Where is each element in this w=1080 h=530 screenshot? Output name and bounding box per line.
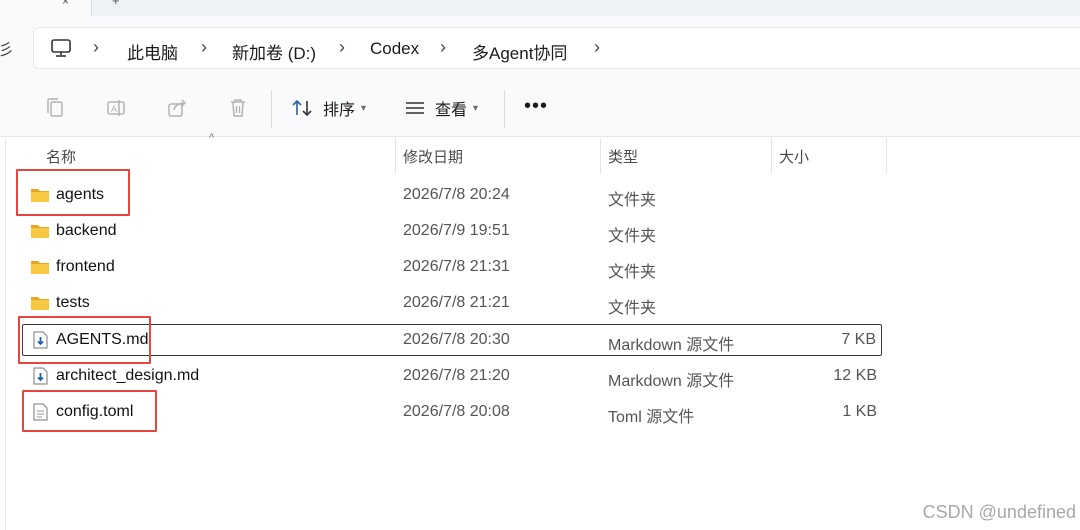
file-date: 2026/7/8 20:24 bbox=[403, 186, 510, 203]
new-tab-icon[interactable]: + bbox=[112, 0, 120, 8]
toolbar-divider bbox=[504, 90, 505, 128]
file-date: 2026/7/8 21:21 bbox=[403, 294, 510, 311]
file-date: 2026/7/8 21:20 bbox=[403, 367, 510, 384]
tab-close-icon[interactable]: × bbox=[62, 0, 69, 8]
column-header-date[interactable]: 修改日期 bbox=[403, 146, 463, 167]
nav-refresh-icon[interactable]: 彡 bbox=[0, 36, 14, 60]
sort-button[interactable]: 排序 ▾ bbox=[291, 96, 366, 120]
file-name: tests bbox=[56, 294, 90, 311]
tab-strip: × + bbox=[0, 0, 1080, 16]
sort-icon bbox=[292, 99, 312, 117]
file-size: 1 KB bbox=[842, 403, 877, 420]
this-pc-icon[interactable] bbox=[50, 38, 72, 58]
highlight-box-agents bbox=[16, 169, 130, 216]
file-type: 文件夹 bbox=[608, 264, 657, 281]
pane-divider bbox=[5, 138, 6, 530]
breadcrumb-separator[interactable]: › bbox=[339, 37, 345, 58]
breadcrumb-drive-d[interactable]: 新加卷 (D:) bbox=[232, 39, 316, 64]
breadcrumb-this-pc[interactable]: 此电脑 bbox=[127, 39, 178, 64]
file-type: 文件夹 bbox=[608, 228, 657, 245]
address-row: 彡 › 此电脑 › 新加卷 (D:) › Codex › 多Agent协同 › bbox=[0, 16, 1080, 80]
file-date: 2026/7/8 20:08 bbox=[403, 403, 510, 420]
column-divider[interactable] bbox=[771, 138, 772, 174]
sort-label: 排序 bbox=[323, 102, 356, 119]
file-type: Markdown 源文件 bbox=[608, 373, 735, 390]
column-header-type[interactable]: 类型 bbox=[608, 146, 638, 167]
folder-icon bbox=[31, 225, 49, 238]
view-icon bbox=[406, 102, 424, 114]
toolbar-divider bbox=[271, 90, 272, 128]
rename-icon[interactable]: A bbox=[105, 97, 127, 119]
address-bar[interactable]: › 此电脑 › 新加卷 (D:) › Codex › 多Agent协同 › bbox=[33, 27, 1080, 69]
file-date: 2026/7/9 19:51 bbox=[403, 222, 510, 239]
file-list: ^ 名称 修改日期 类型 大小 agents 2026/7/8 20:24 文件… bbox=[0, 132, 1080, 530]
breadcrumb-codex[interactable]: Codex bbox=[370, 39, 419, 59]
file-row-agents-md[interactable]: AGENTS.md 2026/7/8 20:30 Markdown 源文件 7 … bbox=[22, 324, 882, 356]
file-name: backend bbox=[56, 222, 117, 239]
file-size: 7 KB bbox=[841, 331, 876, 348]
highlight-box-config-toml bbox=[22, 390, 157, 432]
file-row-tests[interactable]: tests 2026/7/8 21:21 文件夹 bbox=[22, 287, 882, 319]
share-icon[interactable] bbox=[166, 97, 188, 119]
file-type: Markdown 源文件 bbox=[608, 337, 735, 354]
file-row-frontend[interactable]: frontend 2026/7/8 21:31 文件夹 bbox=[22, 251, 882, 283]
watermark: CSDN @undefined bbox=[922, 502, 1076, 522]
breadcrumb-separator[interactable]: › bbox=[594, 37, 600, 58]
markdown-file-icon bbox=[33, 367, 48, 385]
chevron-down-icon: ▾ bbox=[473, 102, 479, 114]
chevron-down-icon: ▾ bbox=[361, 102, 367, 114]
column-divider[interactable] bbox=[886, 138, 887, 174]
column-divider[interactable] bbox=[395, 138, 396, 174]
file-type: 文件夹 bbox=[608, 192, 657, 209]
breadcrumb-separator[interactable]: › bbox=[201, 37, 207, 58]
view-label: 查看 bbox=[435, 102, 468, 119]
copy-icon[interactable] bbox=[44, 97, 66, 119]
column-divider[interactable] bbox=[600, 138, 601, 174]
more-options-button[interactable]: ••• bbox=[524, 95, 548, 118]
file-row-architect-design-md[interactable]: architect_design.md 2026/7/8 21:20 Markd… bbox=[22, 360, 882, 392]
sort-ascending-icon: ^ bbox=[209, 132, 215, 144]
file-name: frontend bbox=[56, 258, 115, 275]
folder-icon bbox=[31, 297, 49, 310]
file-name: architect_design.md bbox=[56, 367, 200, 384]
file-row-backend[interactable]: backend 2026/7/9 19:51 文件夹 bbox=[22, 215, 882, 247]
file-row-agents[interactable]: agents 2026/7/8 20:24 文件夹 bbox=[22, 179, 882, 211]
breadcrumb-separator[interactable]: › bbox=[440, 37, 446, 58]
delete-icon[interactable] bbox=[227, 97, 249, 119]
column-header-size[interactable]: 大小 bbox=[779, 146, 809, 167]
command-toolbar: A 排序 ▾ 查看 ▾ ••• bbox=[0, 80, 1080, 137]
file-date: 2026/7/8 21:31 bbox=[403, 258, 510, 275]
file-type: Toml 源文件 bbox=[608, 409, 695, 426]
svg-text:A: A bbox=[111, 104, 117, 114]
column-header-name[interactable]: 名称 bbox=[46, 146, 76, 167]
folder-icon bbox=[31, 261, 49, 274]
tab-current[interactable]: × bbox=[0, 0, 92, 16]
file-type: 文件夹 bbox=[608, 300, 657, 317]
breadcrumb-multi-agent[interactable]: 多Agent协同 bbox=[472, 39, 567, 64]
file-size: 12 KB bbox=[833, 367, 877, 384]
file-date: 2026/7/8 20:30 bbox=[403, 331, 510, 348]
view-button[interactable]: 查看 ▾ bbox=[404, 96, 478, 120]
highlight-box-agents-md bbox=[18, 316, 151, 364]
breadcrumb-separator[interactable]: › bbox=[93, 37, 99, 58]
